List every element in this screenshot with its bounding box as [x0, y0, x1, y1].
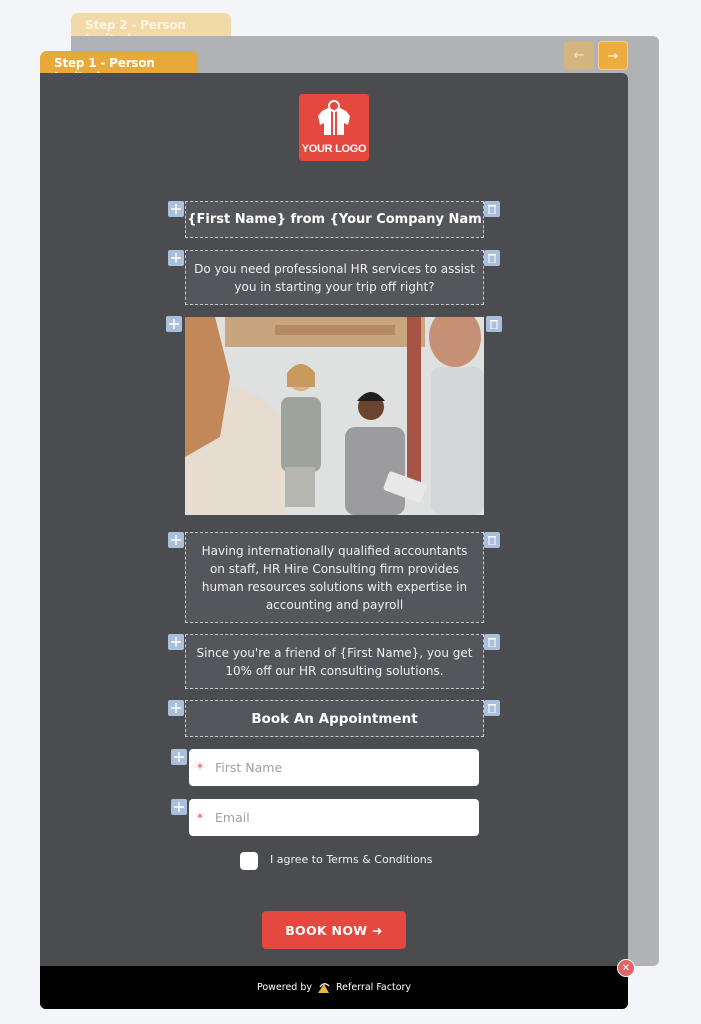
terms-label[interactable]: I agree to Terms & Conditions	[270, 853, 433, 866]
form-heading-block[interactable]: Book An Appointment	[185, 700, 484, 737]
arrow-right-icon: →	[607, 49, 619, 64]
drag-handle[interactable]	[168, 634, 184, 650]
first-name-input[interactable]: * First Name	[189, 749, 479, 786]
move-icon	[171, 253, 181, 263]
next-step-button[interactable]: →	[598, 41, 628, 70]
arrow-left-icon: ←	[573, 48, 585, 63]
trash-icon	[488, 536, 496, 545]
drag-handle[interactable]	[168, 700, 184, 716]
step-1-tab[interactable]: Step 1 - Person Invited	[40, 51, 198, 84]
drag-handle[interactable]	[171, 749, 187, 765]
title-block[interactable]: {First Name} from {Your Company Nam	[185, 201, 484, 238]
delete-block-button[interactable]	[484, 634, 500, 650]
close-icon: ✕	[621, 962, 631, 974]
form-heading-text: Book An Appointment	[251, 710, 418, 727]
close-button[interactable]: ✕	[617, 959, 635, 977]
company-logo[interactable]: YOUR LOGO	[299, 94, 369, 161]
shirt-magnifier-icon	[318, 100, 350, 135]
previous-step-button[interactable]: ←	[564, 41, 594, 70]
photo-illustration	[185, 317, 484, 515]
trash-icon	[490, 320, 498, 329]
delete-block-button[interactable]	[484, 532, 500, 548]
step-2-tab[interactable]: Step 2 - Person Invited	[71, 13, 231, 46]
delete-block-button[interactable]	[484, 250, 500, 266]
move-icon	[171, 535, 181, 545]
question-block[interactable]: Do you need professional HR services to …	[185, 250, 484, 305]
offer-text: Since you're a friend of {First Name}, y…	[196, 645, 473, 678]
referral-factory-brand[interactable]: Referral Factory	[336, 982, 411, 993]
first-name-placeholder: First Name	[215, 760, 283, 775]
powered-by-text: Powered by	[256, 982, 312, 993]
trash-icon	[488, 254, 496, 263]
email-input[interactable]: * Email	[189, 799, 479, 836]
drag-handle[interactable]	[168, 532, 184, 548]
delete-block-button[interactable]	[484, 700, 500, 716]
move-icon	[171, 204, 181, 214]
team-photo[interactable]	[185, 317, 484, 515]
trash-icon	[488, 638, 496, 647]
referral-factory-logo-icon	[318, 982, 330, 993]
required-marker: *	[197, 760, 203, 775]
delete-block-button[interactable]	[486, 316, 502, 332]
email-placeholder: Email	[215, 810, 250, 825]
logo-text: YOUR LOGO	[301, 143, 367, 155]
drag-handle[interactable]	[166, 316, 182, 332]
required-marker: *	[197, 810, 203, 825]
question-text: Do you need professional HR services to …	[194, 261, 475, 294]
footer: Powered by Referral Factory	[40, 966, 628, 1009]
description-block[interactable]: Having internationally qualified account…	[185, 532, 484, 623]
drag-handle[interactable]	[168, 201, 184, 217]
move-icon	[174, 752, 184, 762]
move-icon	[174, 802, 184, 812]
book-now-button[interactable]: BOOK NOW ➜	[262, 911, 406, 949]
move-icon	[169, 319, 179, 329]
offer-block[interactable]: Since you're a friend of {First Name}, y…	[185, 634, 484, 689]
move-icon	[171, 703, 181, 713]
move-icon	[171, 637, 181, 647]
title-text: {First Name} from {Your Company Nam	[187, 212, 482, 227]
delete-block-button[interactable]	[484, 201, 500, 217]
trash-icon	[488, 704, 496, 713]
step-1-card: YOUR LOGO {First Name} from {Your Compan…	[40, 73, 628, 1009]
drag-handle[interactable]	[171, 799, 187, 815]
drag-handle[interactable]	[168, 250, 184, 266]
description-text: Having internationally qualified account…	[201, 543, 468, 612]
terms-checkbox[interactable]	[240, 852, 258, 870]
trash-icon	[488, 205, 496, 214]
